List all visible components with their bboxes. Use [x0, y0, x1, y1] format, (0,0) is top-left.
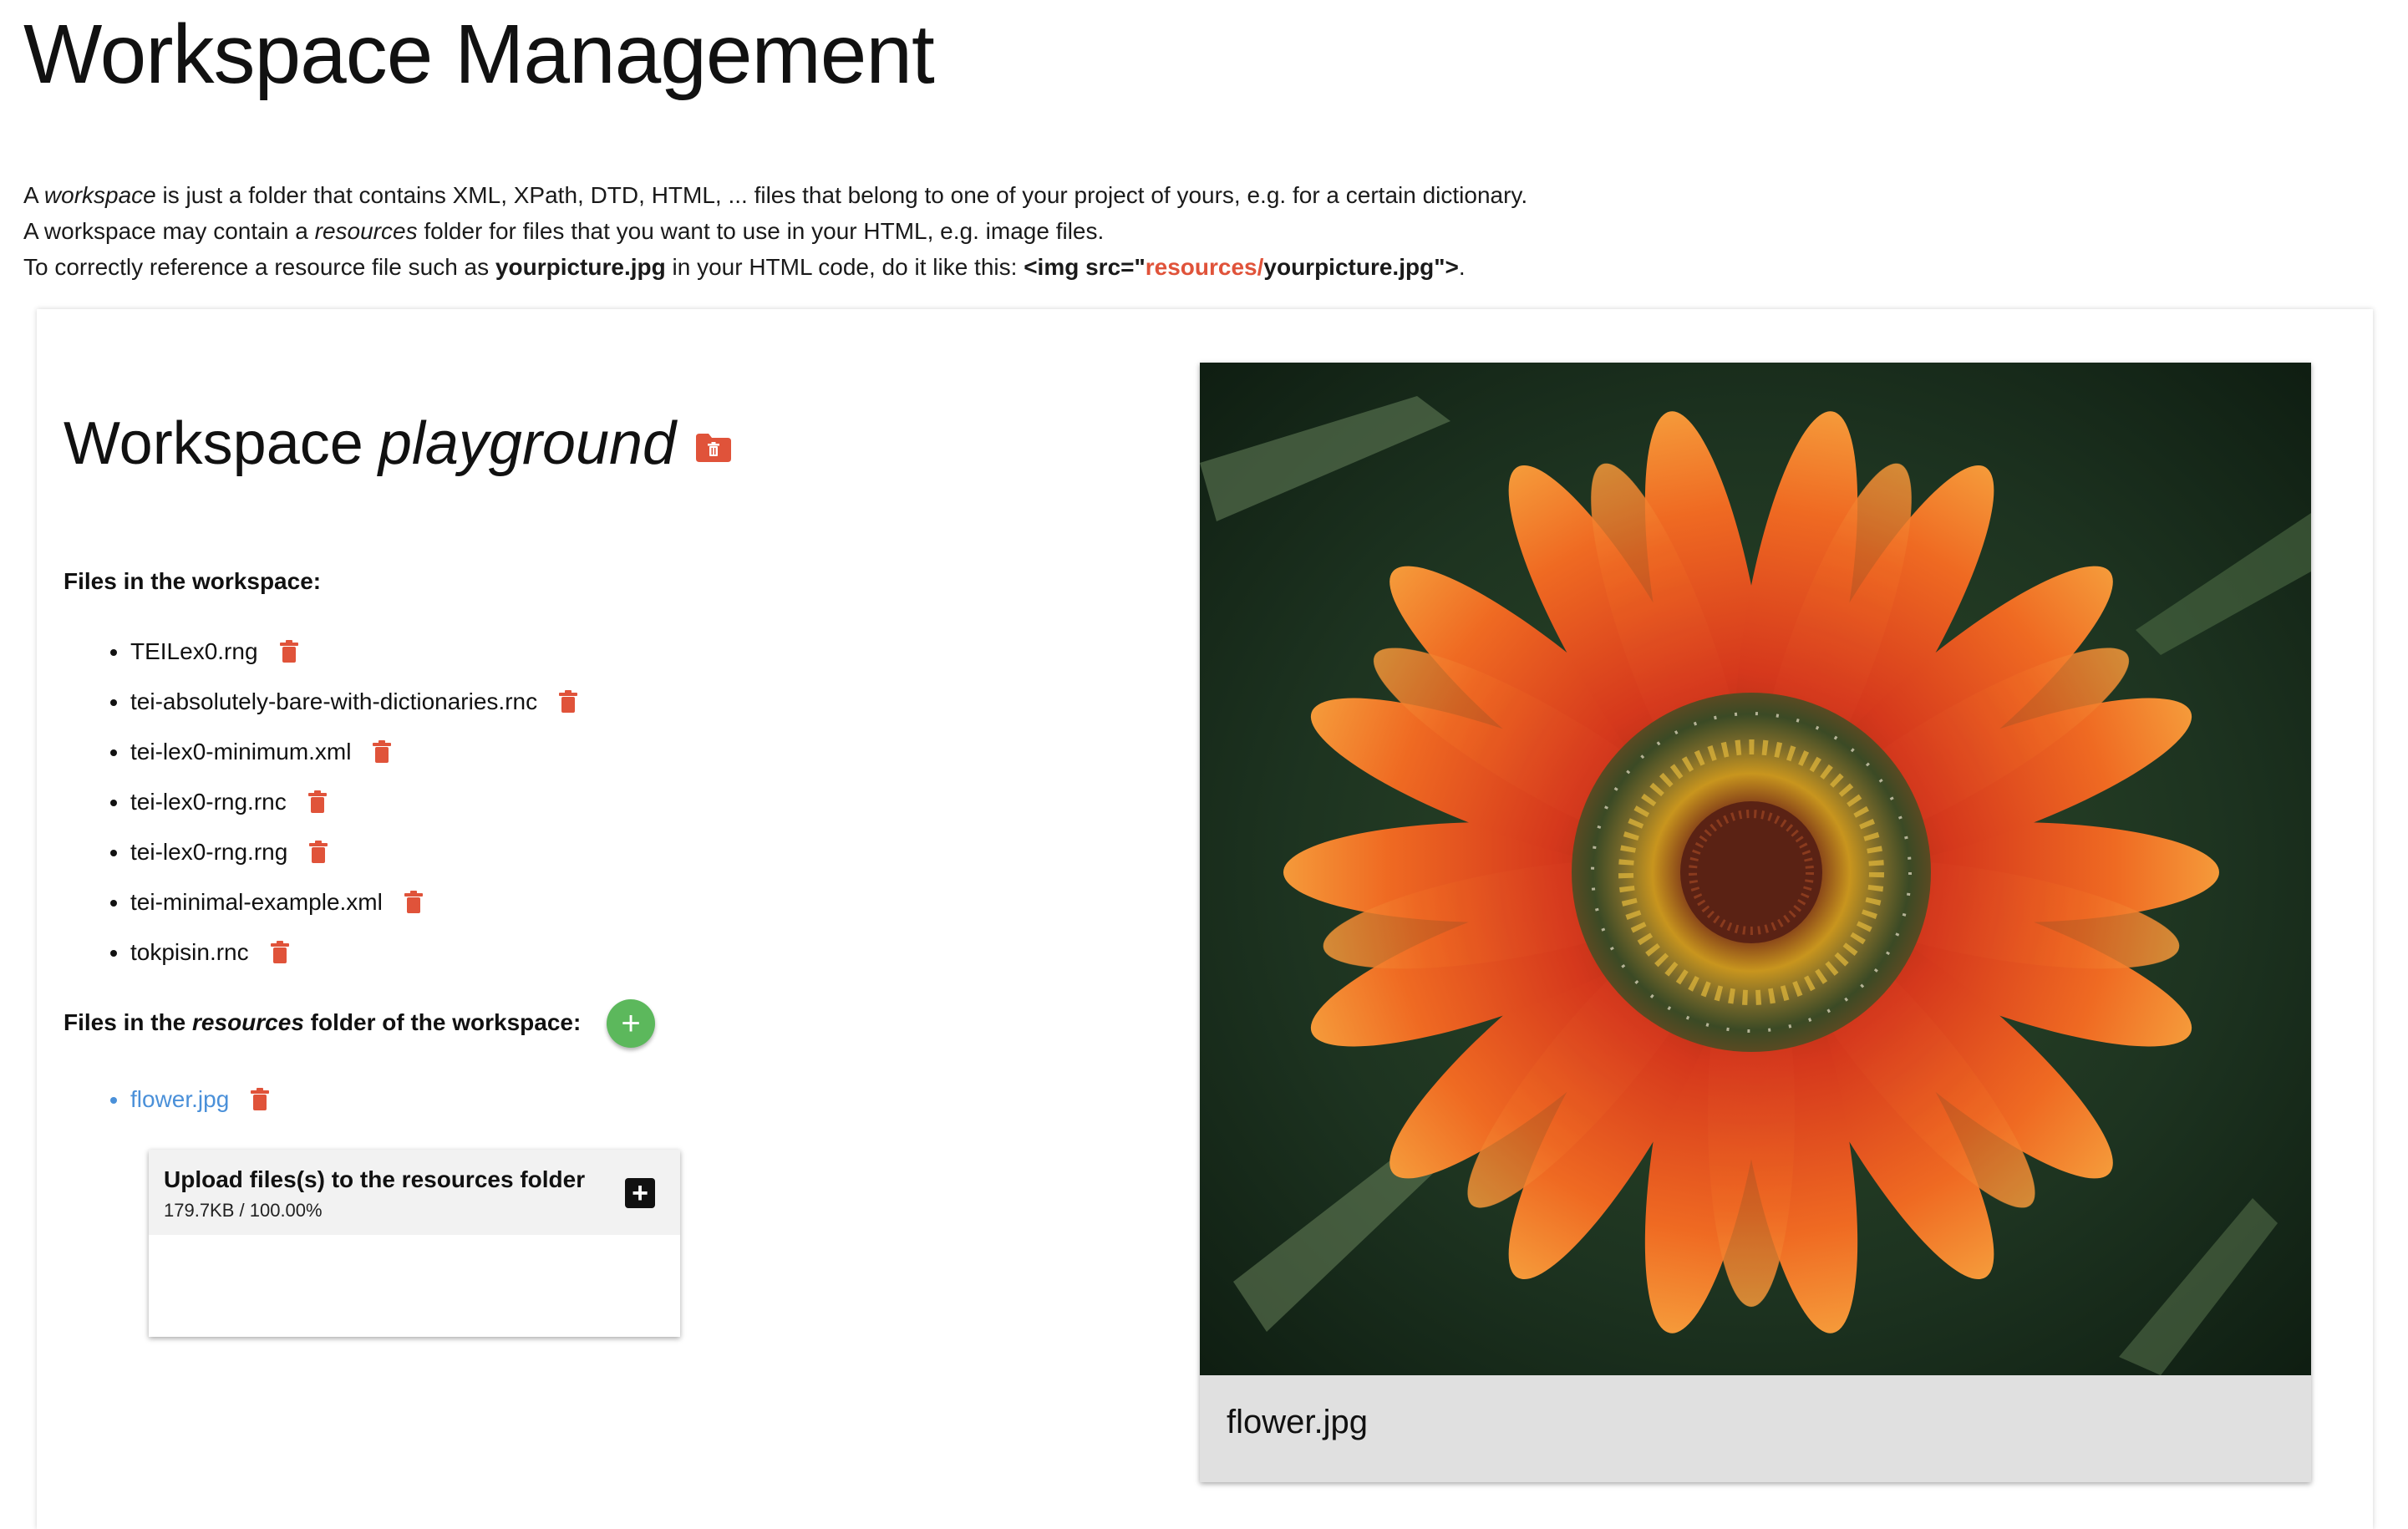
workspace-title: Workspace playground — [64, 409, 732, 478]
upload-title: Upload files(s) to the resources folder — [164, 1166, 586, 1192]
delete-file-icon[interactable] — [279, 640, 298, 663]
file-name: tei-absolutely-bare-with-dictionaries.rn… — [130, 688, 538, 714]
intro-line-1: A workspace is just a folder that contai… — [23, 182, 1528, 208]
list-item: tokpisin.rnc — [64, 927, 577, 978]
workspace-name: playground — [378, 410, 677, 477]
resources-section-label: Files in the resources folder of the wor… — [64, 1009, 582, 1035]
file-name: tokpisin.rnc — [130, 939, 249, 965]
list-item: flower.jpg — [64, 1074, 270, 1125]
delete-resource-icon[interactable] — [251, 1088, 270, 1111]
upload-header: Upload files(s) to the resources folder … — [149, 1150, 680, 1235]
resource-file-list: flower.jpg — [64, 1074, 270, 1125]
preview-caption: flower.jpg — [1227, 1404, 1368, 1440]
files-section-label: Files in the workspace: — [64, 568, 322, 594]
list-item: TEILex0.rng — [64, 627, 577, 677]
delete-file-icon[interactable] — [373, 740, 392, 764]
list-item: tei-lex0-minimum.xml — [64, 727, 577, 777]
intro-line-2: A workspace may contain a resources fold… — [23, 218, 1105, 244]
delete-file-icon[interactable] — [307, 790, 327, 814]
delete-folder-icon[interactable] — [696, 434, 732, 462]
intro-text: A workspace is just a folder that contai… — [23, 177, 1527, 285]
list-item: tei-lex0-rng.rng — [64, 827, 577, 877]
workspace-file-list: TEILex0.rng tei-absolutely-bare-with-dic… — [64, 627, 578, 978]
upload-drop-zone[interactable] — [149, 1235, 680, 1337]
intro-line-3: To correctly reference a resource file s… — [23, 254, 1466, 280]
file-name: tei-lex0-rng.rnc — [130, 789, 287, 815]
list-item: tei-lex0-rng.rnc — [64, 777, 577, 827]
file-name: TEILex0.rng — [130, 638, 258, 664]
delete-file-icon[interactable] — [559, 690, 578, 714]
upload-progress: 179.7KB / 100.00% — [164, 1200, 323, 1221]
list-item: tei-minimal-example.xml — [64, 877, 577, 927]
delete-file-icon[interactable] — [270, 941, 289, 964]
add-files-button[interactable]: + — [625, 1178, 655, 1208]
list-item: tei-absolutely-bare-with-dictionaries.rn… — [64, 677, 578, 727]
page-title: Workspace Management — [23, 8, 935, 101]
file-name: tei-minimal-example.xml — [130, 889, 383, 915]
image-preview-card: flower.jpg — [1200, 363, 2311, 1482]
delete-file-icon[interactable] — [309, 841, 328, 864]
flower-image — [1200, 363, 2311, 1375]
file-name: tei-lex0-minimum.xml — [130, 739, 352, 764]
file-name: tei-lex0-rng.rng — [130, 839, 288, 865]
add-resource-button[interactable]: + — [607, 999, 655, 1048]
resource-file-link[interactable]: flower.jpg — [130, 1086, 229, 1113]
delete-file-icon[interactable] — [404, 891, 423, 914]
code-example: <img src="resources/yourpicture.jpg"> — [1024, 254, 1459, 280]
upload-panel: Upload files(s) to the resources folder … — [149, 1150, 680, 1337]
